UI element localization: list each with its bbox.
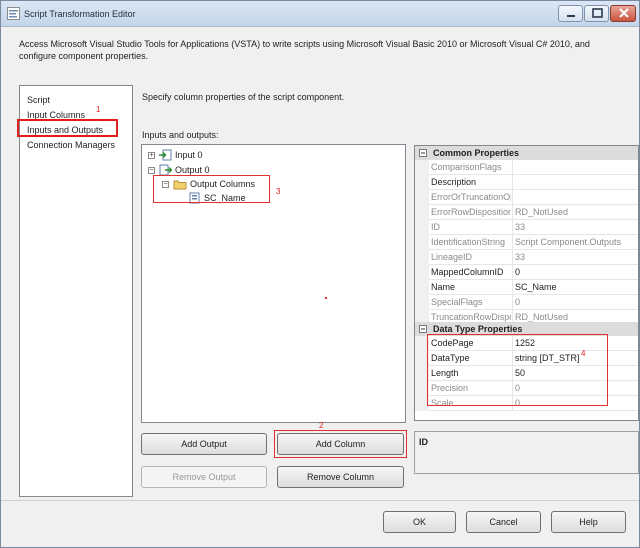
window-title: Script Transformation Editor xyxy=(24,9,136,19)
property-value xyxy=(512,160,638,175)
minimize-button[interactable] xyxy=(558,5,583,22)
collapse-output-icon[interactable]: − xyxy=(148,167,155,174)
script-transformation-editor-window: Script Transformation Editor Access Micr… xyxy=(0,0,640,548)
property-name: ErrorRowDisposition xyxy=(431,207,511,217)
property-row[interactable]: SpecialFlags 0 xyxy=(415,295,638,310)
stray-dot xyxy=(325,297,327,299)
input-icon xyxy=(159,149,172,161)
property-row[interactable]: Description xyxy=(415,175,638,190)
output-columns-highlight-box xyxy=(153,175,270,203)
datatype-highlight-box xyxy=(427,334,608,406)
annotation-1: 1 xyxy=(96,105,101,114)
title-bar[interactable]: Script Transformation Editor xyxy=(1,1,639,27)
annotation-4: 4 xyxy=(581,349,586,358)
expand-input-icon[interactable]: + xyxy=(148,152,155,159)
remove-output-button[interactable]: Remove Output xyxy=(141,466,267,488)
property-name: TruncationRowDisposition xyxy=(431,312,511,322)
ok-button[interactable]: OK xyxy=(383,511,456,533)
collapse-category-icon[interactable] xyxy=(419,325,427,333)
property-row[interactable]: ComparisonFlags xyxy=(415,160,638,175)
tree-node-input[interactable]: Input 0 xyxy=(175,150,203,160)
page-navigation-list: Script Input Columns Inputs and Outputs … xyxy=(19,85,133,497)
property-value: 0 xyxy=(512,295,638,310)
common-properties-category[interactable]: Common Properties xyxy=(415,146,638,160)
row-gutter xyxy=(415,160,429,175)
minimize-icon xyxy=(567,15,575,17)
property-row[interactable]: LineageID 33 xyxy=(415,250,638,265)
property-name: Name xyxy=(431,282,456,292)
property-name: ErrorOrTruncationOperation xyxy=(431,192,511,202)
nav-item-connection-managers[interactable]: Connection Managers xyxy=(27,140,115,150)
nav-item-script[interactable]: Script xyxy=(27,95,50,105)
add-column-highlight-box xyxy=(274,430,407,458)
property-value[interactable]: SC_Name xyxy=(512,280,638,295)
remove-column-button[interactable]: Remove Column xyxy=(277,466,404,488)
property-name: LineageID xyxy=(431,252,473,262)
row-gutter xyxy=(415,250,429,265)
row-gutter xyxy=(415,190,429,205)
footer-separator xyxy=(1,500,639,501)
dialog-app-icon xyxy=(7,7,20,20)
nav-highlight-box xyxy=(17,119,118,137)
editor-description: Access Microsoft Visual Studio Tools for… xyxy=(19,39,590,61)
row-gutter xyxy=(415,205,429,220)
property-row[interactable]: MappedColumnID 0 xyxy=(415,265,638,280)
row-gutter xyxy=(415,265,429,280)
property-row[interactable]: Name SC_Name xyxy=(415,280,638,295)
annotation-2: 2 xyxy=(319,421,324,430)
row-gutter xyxy=(415,220,429,235)
row-gutter xyxy=(415,280,429,295)
property-name: Description xyxy=(431,177,477,187)
row-gutter xyxy=(415,295,429,310)
property-value: Script Component.Outputs xyxy=(512,235,638,250)
property-row[interactable]: ErrorRowDisposition RD_NotUsed xyxy=(415,205,638,220)
property-value: RD_NotUsed xyxy=(512,205,638,220)
maximize-button[interactable] xyxy=(584,5,609,22)
property-name: ID xyxy=(431,222,440,232)
property-row[interactable]: ErrorOrTruncationOperation xyxy=(415,190,638,205)
annotation-3: 3 xyxy=(276,187,281,196)
property-row[interactable]: IdentificationString Script Component.Out… xyxy=(415,235,638,250)
property-value[interactable]: 0 xyxy=(512,265,638,280)
tree-node-output[interactable]: Output 0 xyxy=(175,165,210,175)
maximize-icon xyxy=(592,8,603,18)
datatype-properties-header: Data Type Properties xyxy=(433,324,523,334)
property-description-title: ID xyxy=(419,437,428,447)
common-properties-header: Common Properties xyxy=(433,148,520,158)
property-name: SpecialFlags xyxy=(431,297,483,307)
collapse-category-icon[interactable] xyxy=(419,149,427,157)
help-button[interactable]: Help xyxy=(551,511,626,533)
property-name: IdentificationString xyxy=(431,237,506,247)
property-value xyxy=(512,190,638,205)
inputs-outputs-label: Inputs and outputs: xyxy=(142,130,219,140)
property-value[interactable] xyxy=(512,175,638,190)
property-value: 33 xyxy=(512,220,638,235)
close-button[interactable] xyxy=(610,5,636,22)
close-icon xyxy=(619,8,629,18)
property-name: MappedColumnID xyxy=(431,267,504,277)
add-output-button[interactable]: Add Output xyxy=(141,433,267,455)
row-gutter xyxy=(415,235,429,250)
cancel-button[interactable]: Cancel xyxy=(466,511,541,533)
property-description-panel: ID xyxy=(414,431,639,474)
property-name: ComparisonFlags xyxy=(431,162,502,172)
property-value: 33 xyxy=(512,250,638,265)
row-gutter xyxy=(415,175,429,190)
property-row[interactable]: ID 33 xyxy=(415,220,638,235)
page-description: Specify column properties of the script … xyxy=(142,92,345,102)
